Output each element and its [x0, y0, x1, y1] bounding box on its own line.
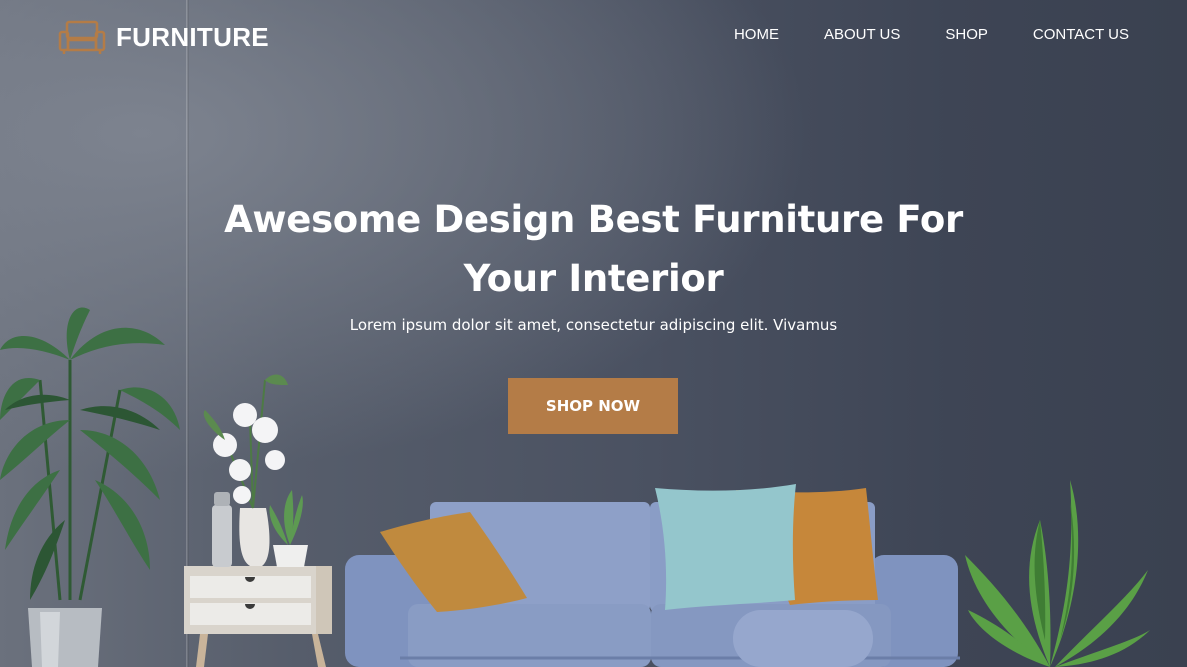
- palm-plant-left: [0, 307, 180, 667]
- nav-menu: HOME ABOUT US SHOP CONTACT US: [689, 26, 1129, 43]
- brand-logo[interactable]: FURNITURE: [58, 18, 269, 56]
- nav-link-about-us[interactable]: ABOUT US: [824, 26, 900, 43]
- hero-title-line-1: Awesome Design Best Furniture For: [224, 198, 963, 241]
- pillows: [380, 484, 878, 612]
- brand-name: FURNITURE: [116, 21, 269, 52]
- hero-subtitle: Lorem ipsum dolor sit amet, consectetur …: [349, 316, 838, 334]
- hero-title-line-2: Your Interior: [463, 257, 724, 300]
- side-table: [184, 566, 332, 667]
- sofa-icon: [58, 20, 106, 54]
- hero-content: Awesome Design Best Furniture For Your I…: [0, 190, 1187, 336]
- nav-link-contact-us[interactable]: CONTACT US: [1033, 26, 1129, 43]
- flower-vase: [203, 374, 308, 567]
- hero-title: Awesome Design Best Furniture For Your I…: [214, 190, 974, 308]
- nav-link-shop[interactable]: SHOP: [945, 26, 988, 43]
- nav-link-home[interactable]: HOME: [734, 26, 779, 43]
- shop-now-button[interactable]: SHOP NOW: [508, 378, 678, 434]
- sofa: [345, 502, 960, 667]
- top-navbar: FURNITURE HOME ABOUT US SHOP CONTACT US: [0, 0, 1187, 74]
- hero-section: FURNITURE HOME ABOUT US SHOP CONTACT US …: [0, 0, 1187, 667]
- plant-right: [965, 480, 1150, 667]
